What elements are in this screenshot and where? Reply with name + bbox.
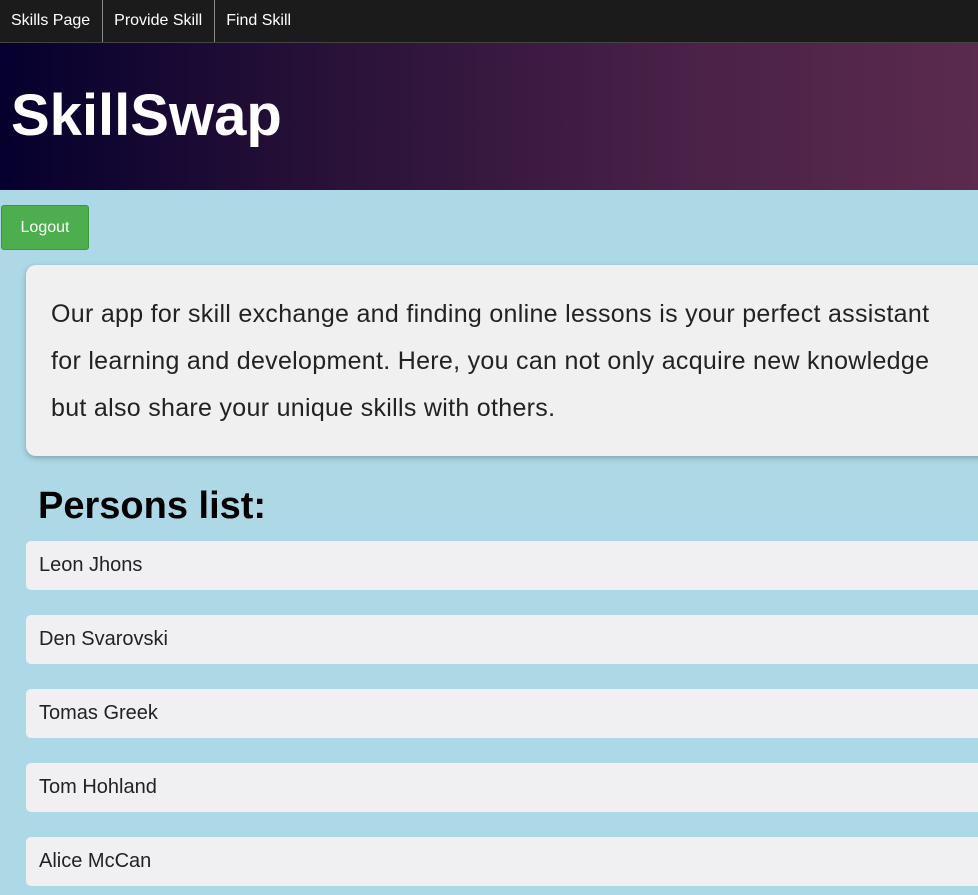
intro-text: Our app for skill exchange and finding o… bbox=[51, 300, 930, 422]
app-title: SkillSwap bbox=[11, 83, 282, 148]
person-list-item[interactable]: Tom Hohland bbox=[26, 763, 978, 812]
persons-list-title: Persons list: bbox=[38, 485, 267, 527]
person-list-item[interactable]: Alice McCan bbox=[26, 837, 978, 886]
logout-button[interactable]: Logout bbox=[1, 205, 89, 250]
person-list-item[interactable]: Leon Jhons bbox=[26, 541, 978, 590]
nav-find-skill[interactable]: Find Skill bbox=[215, 0, 303, 42]
person-list-item[interactable]: Den Svarovski bbox=[26, 615, 978, 664]
intro-card: Our app for skill exchange and finding o… bbox=[26, 265, 978, 456]
nav-provide-skill[interactable]: Provide Skill bbox=[103, 0, 216, 42]
top-navigation: Skills Page Provide Skill Find Skill bbox=[0, 0, 978, 43]
header-banner: SkillSwap bbox=[0, 43, 978, 190]
person-list-item[interactable]: Tomas Greek bbox=[26, 689, 978, 738]
nav-skills-page[interactable]: Skills Page bbox=[0, 0, 104, 42]
